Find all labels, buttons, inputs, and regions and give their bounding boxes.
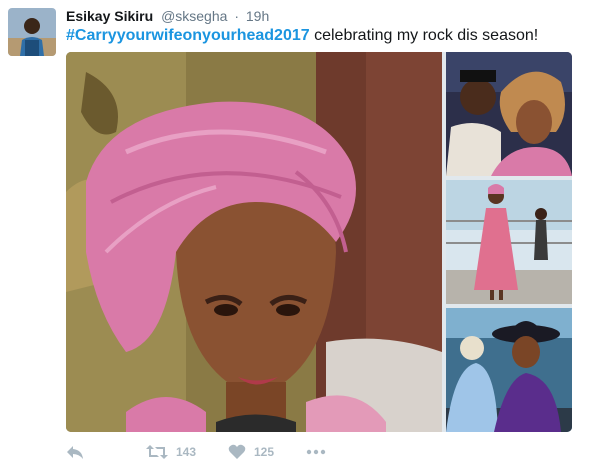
hashtag-link[interactable]: #Carryyourwifeonyourhead2017 [66, 27, 310, 44]
retweet-button[interactable]: 143 [146, 441, 196, 463]
author-name[interactable]: Esikay Sikiru [66, 8, 153, 24]
photo-thumb-dress[interactable] [446, 180, 572, 304]
tweet-header: Esikay Sikiru @sksegha · 19h [66, 7, 269, 25]
author-handle[interactable]: @sksegha [161, 8, 227, 24]
avatar[interactable] [8, 8, 56, 56]
tweet: Esikay Sikiru @sksegha · 19h #Carryyourw… [0, 0, 594, 473]
retweet-count: 143 [176, 445, 197, 459]
action-bar: 143 125 [66, 441, 572, 463]
tweet-text: #Carryyourwifeonyourhead2017 celebrating… [66, 26, 538, 46]
timestamp[interactable]: 19h [246, 8, 269, 24]
like-button[interactable]: 125 [228, 441, 274, 463]
more-button[interactable] [306, 441, 326, 463]
reply-button[interactable] [66, 441, 84, 463]
reply-icon [66, 444, 84, 460]
photo-thumb-couple[interactable] [446, 52, 572, 176]
more-icon [306, 449, 326, 455]
separator: · [234, 8, 239, 24]
photo-main[interactable] [66, 52, 442, 432]
media-grid [66, 52, 572, 432]
like-count: 125 [254, 445, 275, 459]
tweet-text-body: celebrating my rock dis season! [309, 27, 539, 44]
retweet-icon [146, 444, 168, 460]
heart-icon [228, 444, 246, 460]
photo-thumb-friends[interactable] [446, 308, 572, 432]
